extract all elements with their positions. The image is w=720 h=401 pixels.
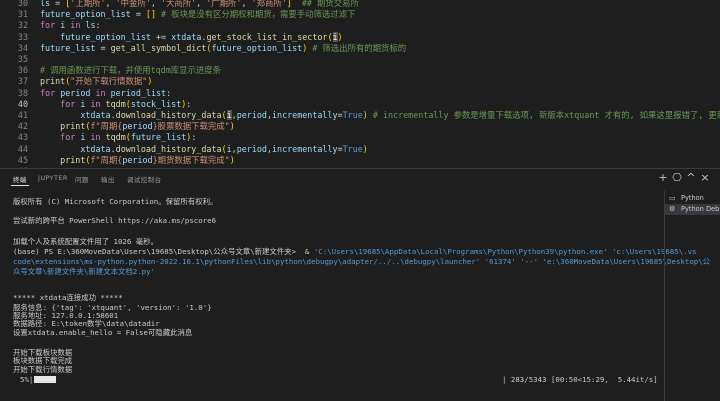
terminal-line: code\extensions\ms-python.python-2022.16… [13,257,711,266]
split-terminal-icon[interactable]: ⎔ [670,171,684,185]
code-editor[interactable]: 30 ls = ['上期所', '中金所', '大商所', '广期所', '郑商所… [0,0,720,168]
close-panel-icon[interactable]: × [698,171,712,185]
terminal-icon: ▭ [669,194,676,202]
progress-line: 5%| [20,375,57,384]
terminal-list: ▭ Python ⚙ Python Deb... [664,191,720,401]
terminal-line: 设置xtdata.enable_hello = False可隐藏此消息 [13,328,193,337]
terminal-list-item[interactable]: ▭ Python [665,193,720,204]
terminal-line: ***** xtdata连接成功 ***** [13,293,123,302]
terminal-line: 开始下载行情数据 [13,365,73,374]
add-terminal-icon[interactable]: + [656,171,670,185]
bottom-panel: 终端 JUPYTER 问题 输出 调试控制台 + ⎔ ^ × 版权所有 (C) … [0,168,720,401]
tab-terminal[interactable]: 终端 [11,174,29,186]
terminal-output[interactable]: 版权所有 (C) Microsoft Corporation。保留所有权利。 尝试… [0,191,710,401]
debug-icon: ⚙ [669,205,676,213]
tab-output[interactable]: 输出 [101,174,115,184]
progress-bar [34,376,57,383]
panel-actions: + ⎔ ^ × [656,171,716,189]
panel-tab-bar: 终端 JUPYTER 问题 输出 调试控制台 [0,169,660,191]
tab-jupyter[interactable]: JUPYTER [38,174,68,182]
terminal-line: 板块数据下载完成 [13,356,73,365]
terminal-line: 数据路径: E:\token数学\data\datadir [13,319,160,328]
terminal-list-item[interactable]: ⚙ Python Deb... [665,204,720,215]
terminal-list-label: Python [681,194,704,202]
terminal-line: 版权所有 (C) Microsoft Corporation。保留所有权利。 [13,197,218,206]
terminal-line: 众号文章\新建文件夹\新建文本文档2.py' [13,267,156,276]
tab-problems[interactable]: 问题 [75,174,89,184]
maximize-panel-icon[interactable]: ^ [684,171,698,185]
progress-stats: | 283/5343 [00:50<15:29, 5.44it/s] [502,375,658,384]
progress-percent: 5%| [20,375,34,384]
terminal-line: 加载个人及系统配置文件用了 1026 毫秒。 [13,237,158,246]
terminal-list-label: Python Deb... [681,205,720,213]
tab-debug-console[interactable]: 调试控制台 [127,174,162,184]
terminal-line: (base) PS E:\360MoveData\Users\19685\Des… [13,247,697,256]
terminal-line: 尝试新的跨平台 PowerShell https://aka.ms/pscore… [13,216,217,225]
